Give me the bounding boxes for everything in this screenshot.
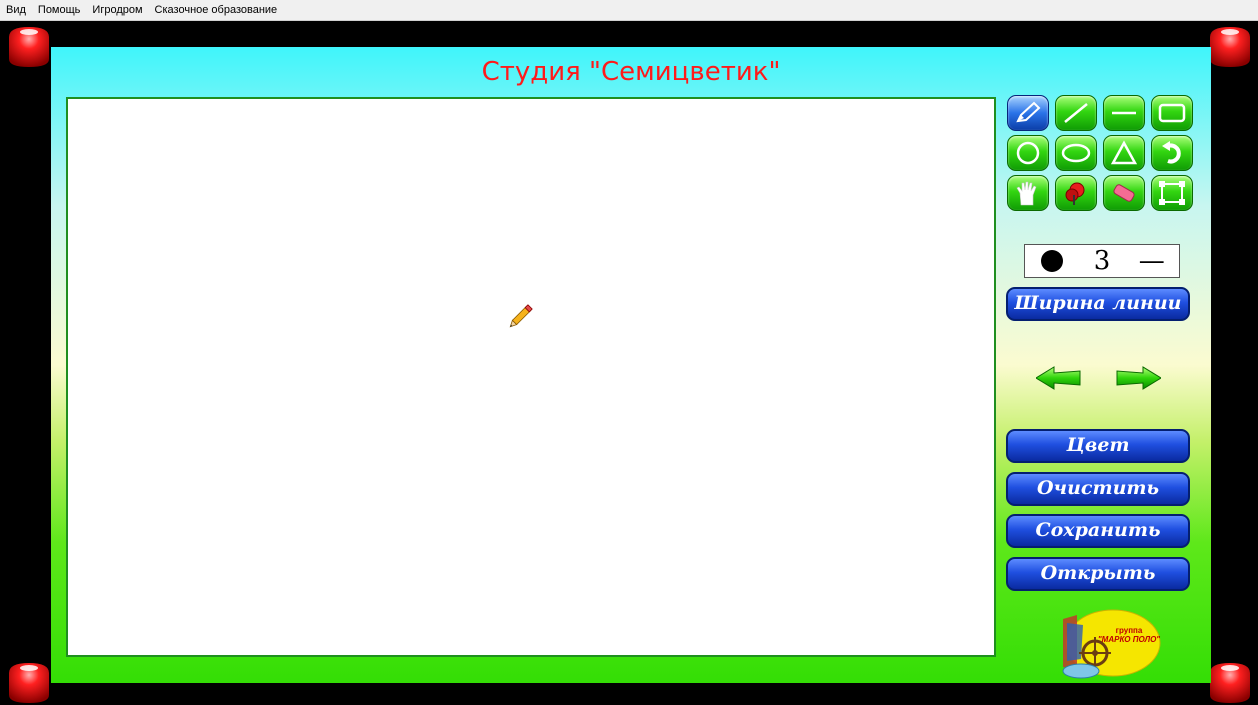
menu-fairy-education[interactable]: Сказочное образование — [149, 0, 284, 20]
line-width-button[interactable]: Ширина линии — [1006, 287, 1190, 321]
hand-icon — [1016, 181, 1037, 206]
eraser-icon — [1113, 184, 1135, 202]
rectangle-icon — [1158, 103, 1186, 123]
clear-button[interactable]: Очистить — [1006, 472, 1190, 506]
marco-polo-logo: группа "МАРКО ПОЛО" — [1062, 609, 1161, 679]
select-tool[interactable] — [1151, 175, 1193, 211]
menu-bar: Вид Помощь Игродром Сказочное образовани… — [0, 0, 1258, 21]
line-width-value: 3 — [1093, 246, 1111, 276]
diagonal-line-icon — [1064, 103, 1088, 123]
open-button[interactable]: Открыть — [1006, 557, 1190, 591]
menu-help[interactable]: Помощь — [32, 0, 87, 20]
corner-lamp-icon — [9, 27, 49, 67]
line-style-indicator: — — [1138, 246, 1165, 276]
eraser-tool[interactable] — [1103, 175, 1145, 211]
color-button[interactable]: Цвет — [1006, 429, 1190, 463]
page-title: Студия "Семицветик" — [481, 57, 781, 87]
logo-line2: "МАРКО ПОЛО" — [1098, 635, 1160, 644]
corner-lamp-icon — [1210, 663, 1250, 703]
ellipse-icon — [1061, 143, 1091, 163]
navigation-arrows — [1036, 366, 1161, 390]
studio-panel: Студия "Семицветик" 3 — Ширина линии Цве… — [51, 47, 1211, 683]
circle-tool[interactable] — [1007, 135, 1049, 171]
corner-lamp-icon — [9, 663, 49, 703]
drawing-canvas[interactable] — [66, 97, 996, 657]
pencil-icon — [1016, 101, 1041, 123]
line-tool[interactable] — [1055, 95, 1097, 131]
undo-tool[interactable] — [1151, 135, 1193, 171]
horizontal-line-tool[interactable] — [1103, 95, 1145, 131]
triangle-tool[interactable] — [1103, 135, 1145, 171]
current-color-swatch — [1041, 250, 1064, 272]
brush-status: 3 — — [1024, 244, 1180, 278]
horizontal-line-icon — [1112, 111, 1136, 115]
app-frame: Студия "Семицветик" 3 — Ширина линии Цве… — [0, 21, 1258, 704]
pencil-cursor-icon — [509, 304, 533, 328]
previous-arrow-icon[interactable] — [1036, 366, 1081, 390]
selection-frame-icon — [1159, 181, 1185, 205]
triangle-icon — [1110, 140, 1138, 165]
next-arrow-icon[interactable] — [1116, 366, 1161, 390]
logo-line1: группа — [1116, 626, 1143, 635]
circle-icon — [1016, 141, 1040, 165]
menu-igrodrom[interactable]: Игродром — [86, 0, 148, 20]
paint-bucket-icon — [1065, 182, 1085, 205]
save-button[interactable]: Сохранить — [1006, 514, 1190, 548]
fill-tool[interactable] — [1055, 175, 1097, 211]
ellipse-tool[interactable] — [1055, 135, 1097, 171]
menu-view[interactable]: Вид — [0, 0, 32, 20]
rectangle-tool[interactable] — [1151, 95, 1193, 131]
pencil-tool[interactable] — [1007, 95, 1049, 131]
hand-tool[interactable] — [1007, 175, 1049, 211]
undo-arrow-icon — [1162, 141, 1181, 164]
corner-lamp-icon — [1210, 27, 1250, 67]
